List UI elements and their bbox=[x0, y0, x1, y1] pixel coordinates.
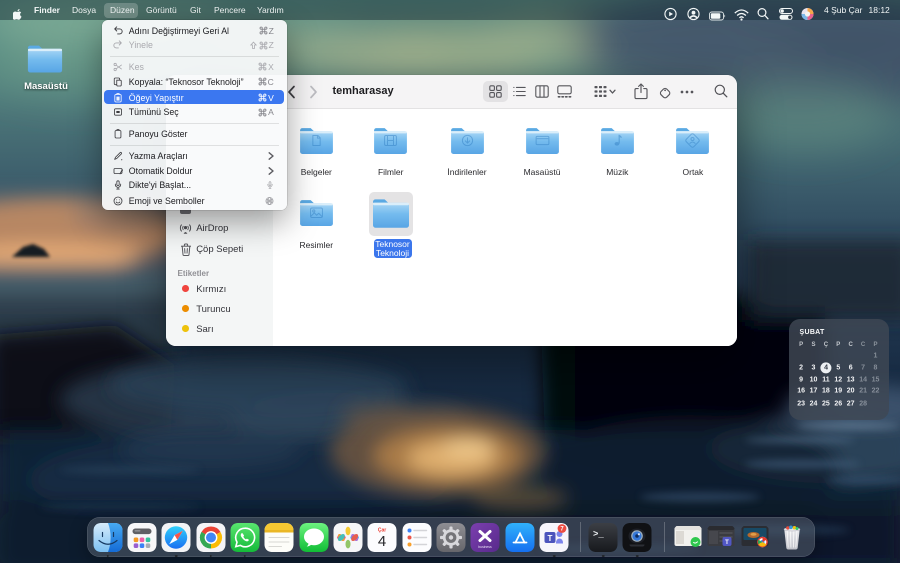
svg-text:business: business bbox=[479, 544, 493, 548]
svg-text:T: T bbox=[725, 540, 729, 546]
svg-text:T: T bbox=[548, 533, 553, 542]
svg-text:4: 4 bbox=[378, 533, 386, 550]
svg-text:>_: >_ bbox=[593, 529, 604, 539]
